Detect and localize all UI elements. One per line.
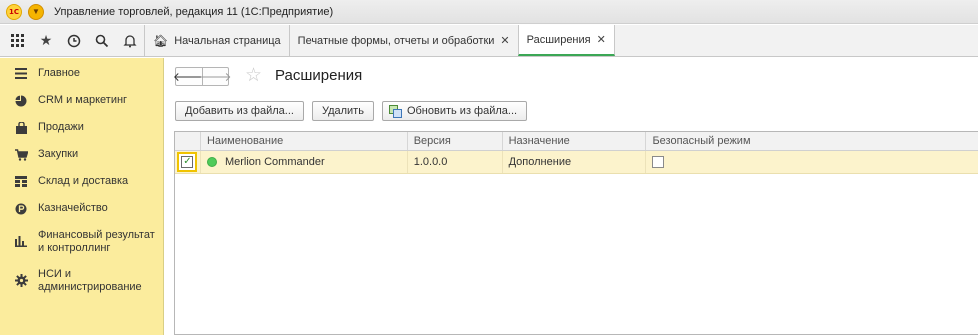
table-row[interactable]: ✓ Merlion Commander 1.0.0.0 Дополнение [175,151,978,174]
table-header: Наименование Версия Назначение Безопасны… [175,132,978,151]
menu-lines-icon [14,67,28,81]
row-version-cell: 1.0.0.0 [408,151,503,173]
sidebar: Главное CRM и маркетинг Продажи Закупки … [0,58,164,335]
header-version[interactable]: Версия [408,132,503,150]
title-bar: 1С ▼ Управление торговлей, редакция 11 (… [0,0,978,24]
tab-label: Начальная страница [174,34,281,47]
sidebar-item-label: Закупки [38,148,79,160]
page-title: Расширения [275,67,363,84]
favorite-star-icon[interactable]: ☆ [245,64,262,87]
sidebar-item-label: Продажи [38,121,84,133]
coin-icon [14,202,28,216]
close-icon[interactable]: ✕ [500,34,509,47]
sidebar-item-label: Казначейство [38,202,108,214]
sidebar-item-admin[interactable]: НСИ и администрирование [0,261,163,300]
warehouse-icon [14,175,28,189]
header-purpose[interactable]: Назначение [503,132,647,150]
tab-label: Расширения [526,33,591,46]
star-icon[interactable]: ★ [32,25,60,56]
delete-button[interactable]: Удалить [311,101,374,121]
safe-mode-checkbox[interactable] [652,156,665,168]
back-button[interactable]: 🡐 [173,68,205,85]
add-from-file-button[interactable]: Добавить из файла... [175,101,304,121]
sidebar-item-label: Главное [38,67,81,79]
search-icon[interactable] [88,25,116,56]
sidebar-item-label: CRM и маркетинг [38,94,128,106]
row-safe-mode-cell [646,151,978,173]
tab-extensions[interactable]: Расширения ✕ [517,25,615,56]
sidebar-item-label: НСИ и администрирование [38,267,142,293]
sidebar-item-label: Склад и доставка [38,175,129,187]
update-icon [388,104,402,118]
tab-print-forms[interactable]: Печатные формы, отчеты и обработки ✕ [288,25,518,56]
bell-icon[interactable] [116,25,144,56]
update-label: Обновить из файла... [406,105,518,117]
sidebar-item-treasury[interactable]: Казначейство [0,195,163,222]
status-dot-icon [206,157,217,167]
shopping-bag-icon [14,121,28,135]
tab-label: Печатные формы, отчеты и обработки [297,34,495,47]
pie-chart-icon [14,94,28,108]
active-checkbox[interactable]: ✓ [177,152,198,172]
check-icon: ✓ [181,156,194,168]
apps-grid-icon[interactable] [4,25,32,56]
tabs-toolbar: ★ 🏠︎ Начальная страница Печатные формы, … [0,25,978,57]
extension-name: Merlion Commander [224,156,325,168]
command-bar: Добавить из файла... Удалить Обновить из… [175,101,535,121]
forward-button[interactable]: 🡒 [199,68,232,85]
close-icon[interactable]: ✕ [597,33,606,46]
history-icon[interactable] [60,25,88,56]
row-purpose-cell: Дополнение [503,151,647,173]
sidebar-item-crm[interactable]: CRM и маркетинг [0,87,163,114]
sidebar-item-purchases[interactable]: Закупки [0,141,163,168]
bar-chart-icon [14,235,28,249]
header-safe-mode[interactable]: Безопасный режим [646,132,978,150]
app-logo-icon: 1С [6,3,22,20]
cart-icon [14,148,28,162]
sidebar-item-finance[interactable]: Финансовый результат и контроллинг [0,222,163,261]
update-from-file-button[interactable]: Обновить из файла... [381,101,528,121]
header-check-column [175,132,201,150]
sidebar-item-sales[interactable]: Продажи [0,114,163,141]
gear-icon [14,274,28,288]
window-title: Управление торговлей, редакция 11 (1С:Пр… [54,5,334,18]
tab-home[interactable]: 🏠︎ Начальная страница [144,25,289,56]
nav-buttons: 🡐 🡒 [173,67,232,86]
main-content: 🡐 🡒 ☆ Расширения Добавить из файла... Уд… [165,58,978,335]
row-active-cell: ✓ [175,151,201,173]
extensions-table: Наименование Версия Назначение Безопасны… [174,131,978,335]
main-menu-button[interactable]: ▼ [28,3,44,20]
sidebar-item-main[interactable]: Главное [0,60,163,87]
row-name-cell: Merlion Commander [201,151,408,173]
sidebar-item-warehouse[interactable]: Склад и доставка [0,168,163,195]
header-name[interactable]: Наименование [201,132,408,150]
home-icon: 🏠︎ [153,33,169,48]
sidebar-item-label: Финансовый результат и контроллинг [38,228,155,254]
